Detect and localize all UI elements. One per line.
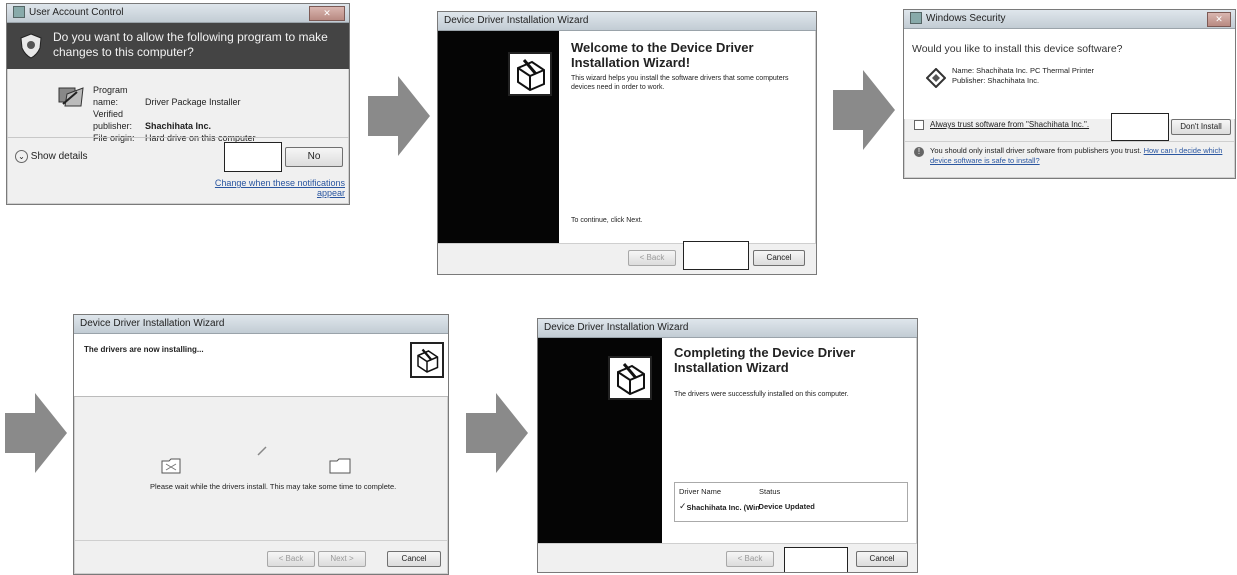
show-details-label: Show details bbox=[30, 151, 88, 162]
uac-question: Do you want to allow the following progr… bbox=[53, 30, 328, 59]
back-button[interactable]: < Back bbox=[726, 551, 774, 567]
col-status: Status bbox=[759, 487, 781, 496]
cancel-button[interactable]: Cancel bbox=[856, 551, 908, 567]
close-button[interactable]: ✕ bbox=[1207, 12, 1231, 27]
next-button-mask[interactable] bbox=[683, 241, 749, 270]
right-arrow-icon bbox=[368, 76, 430, 156]
uac-dialog: User Account Control ✕ Do you want to al… bbox=[6, 3, 350, 205]
dont-install-button[interactable]: Don't Install bbox=[1171, 119, 1231, 135]
security-titlebar: Windows Security ✕ bbox=[904, 10, 1235, 29]
col-driver-name: Driver Name bbox=[679, 487, 722, 496]
installing-wizard: Device Driver Installation Wizard The dr… bbox=[73, 314, 449, 575]
no-button[interactable]: No bbox=[285, 147, 343, 167]
publisher-label: Verified publisher: bbox=[93, 109, 133, 131]
completing-titlebar: Device Driver Installation Wizard bbox=[538, 319, 917, 338]
notifications-link[interactable]: Change when these notifications appear bbox=[185, 178, 345, 198]
welcome-body: This wizard helps you install the softwa… bbox=[571, 75, 789, 91]
uac-title: User Account Control bbox=[29, 7, 124, 18]
completing-title: Device Driver Installation Wizard bbox=[544, 322, 689, 333]
completing-wizard: Device Driver Installation Wizard Comple… bbox=[537, 318, 918, 573]
installing-message: Please wait while the drivers install. T… bbox=[150, 482, 397, 491]
program-name-value: Driver Package Installer bbox=[145, 97, 241, 107]
finish-button-mask[interactable] bbox=[784, 547, 848, 572]
right-arrow-icon bbox=[5, 393, 67, 473]
target-folder-icon bbox=[329, 458, 351, 474]
publisher-value: Shachihata Inc. bbox=[145, 121, 212, 131]
back-button[interactable]: < Back bbox=[628, 250, 676, 266]
table-row: ✓Shachihata Inc. (WinUsb)...Device Updat… bbox=[679, 501, 815, 512]
uac-details: Program name: Driver Package Installer Ve… bbox=[93, 84, 256, 144]
security-question: Would you like to install this device so… bbox=[912, 43, 1123, 55]
divider bbox=[904, 141, 1235, 142]
driver-table: Driver Name Status ✓Shachihata Inc. (WinU… bbox=[674, 482, 908, 522]
installing-heading: The drivers are now installing... bbox=[84, 345, 204, 354]
show-details-toggle[interactable]: ⌄ Show details bbox=[15, 150, 87, 163]
driver-box-icon bbox=[508, 52, 552, 96]
warning-text: You should only install driver software … bbox=[930, 146, 1142, 155]
checkbox[interactable] bbox=[914, 120, 924, 130]
install-button-mask[interactable] bbox=[1111, 113, 1169, 141]
uac-shield-icon bbox=[20, 33, 42, 59]
welcome-wizard: Device Driver Installation Wizard Welcom… bbox=[437, 11, 817, 275]
cancel-button[interactable]: Cancel bbox=[753, 250, 805, 266]
completing-body: The drivers were successfully installed … bbox=[674, 391, 849, 398]
origin-label: File origin: bbox=[93, 133, 135, 143]
always-trust-checkbox[interactable]: Always trust software from "Shachihata I… bbox=[914, 120, 1089, 130]
uac-header: Do you want to allow the following progr… bbox=[7, 23, 349, 69]
always-trust-label: Always trust software from "Shachihata I… bbox=[930, 120, 1090, 130]
chevron-down-icon: ⌄ bbox=[15, 150, 28, 163]
document-flying-icon bbox=[257, 446, 267, 456]
welcome-title: Device Driver Installation Wizard bbox=[444, 15, 589, 26]
security-title: Windows Security bbox=[926, 13, 1006, 24]
row-status: Device Updated bbox=[758, 502, 815, 511]
device-name: Name: Shachihata Inc. PC Thermal Printer bbox=[952, 66, 1095, 75]
check-icon: ✓ bbox=[679, 501, 687, 511]
installing-header bbox=[74, 334, 448, 397]
uac-titlebar: User Account Control ✕ bbox=[7, 4, 349, 23]
completing-heading: Completing the Device Driver Installatio… bbox=[674, 345, 856, 375]
windows-security-dialog: Windows Security ✕ Would you like to ins… bbox=[903, 9, 1236, 179]
installing-titlebar: Device Driver Installation Wizard bbox=[74, 315, 448, 334]
shield-icon bbox=[910, 12, 922, 25]
driver-box-icon bbox=[608, 356, 652, 400]
device-icon bbox=[926, 68, 946, 88]
device-publisher: Publisher: Shachihata Inc. bbox=[952, 76, 1040, 85]
security-warning: You should only install driver software … bbox=[930, 146, 1230, 166]
program-name-label: Program name: bbox=[93, 85, 128, 107]
row-driver-name: Shachihata Inc. (WinUsb)... bbox=[686, 503, 759, 512]
welcome-titlebar: Device Driver Installation Wizard bbox=[438, 12, 816, 31]
divider bbox=[7, 137, 349, 138]
back-button[interactable]: < Back bbox=[267, 551, 315, 567]
right-arrow-icon bbox=[833, 70, 895, 150]
security-info: Name: Shachihata Inc. PC Thermal Printer… bbox=[952, 66, 1094, 86]
next-button[interactable]: Next > bbox=[318, 551, 366, 567]
table-header: Driver Name Status bbox=[679, 487, 780, 496]
shield-icon bbox=[13, 6, 25, 19]
installing-title: Device Driver Installation Wizard bbox=[80, 318, 225, 329]
yes-button-mask[interactable] bbox=[224, 142, 282, 172]
source-folder-icon bbox=[161, 458, 181, 474]
driver-box-icon bbox=[410, 342, 444, 378]
right-arrow-icon bbox=[466, 393, 528, 473]
info-icon: ! bbox=[914, 147, 924, 157]
cancel-button[interactable]: Cancel bbox=[387, 551, 441, 567]
welcome-heading: Welcome to the Device Driver Installatio… bbox=[571, 40, 754, 70]
continue-text: To continue, click Next. bbox=[571, 217, 643, 224]
installer-icon bbox=[58, 87, 84, 107]
close-button[interactable]: ✕ bbox=[309, 6, 345, 21]
divider bbox=[74, 540, 448, 541]
